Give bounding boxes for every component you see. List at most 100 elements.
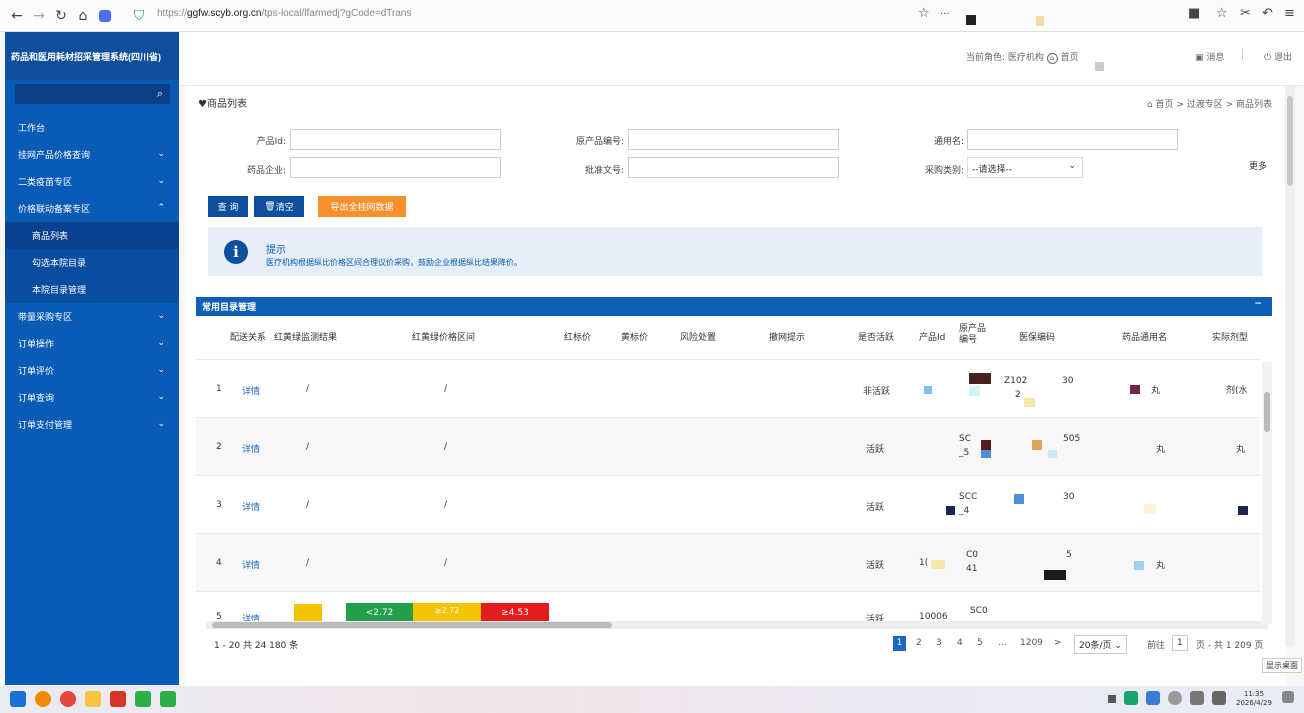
sidebar-item-order-query[interactable]: 订单查询 ⌄ <box>5 384 179 411</box>
cut-icon[interactable]: ✂ <box>1240 6 1251 21</box>
wps-icon[interactable] <box>110 691 126 707</box>
chevron-down-icon: ⌄ <box>157 337 165 347</box>
col-generic-name: 药品通用名 <box>1122 333 1168 343</box>
sidebar-item-product-list[interactable]: 商品列表 <box>5 222 179 249</box>
generic-name: 丸 <box>1156 445 1166 455</box>
bookmark-star-icon[interactable]: ☆ <box>918 6 930 21</box>
extension-icon[interactable] <box>94 5 116 27</box>
reload-icon[interactable]: ↻ <box>50 5 72 27</box>
messages-link[interactable]: ▣ 消息 <box>1195 50 1224 63</box>
goto-page-input[interactable]: 1 <box>1172 635 1188 651</box>
sidebar-item-vaccine[interactable]: 二类疫苗专区 ⌄ <box>5 168 179 195</box>
generic-name: 丸 <box>1156 561 1166 571</box>
sidebar-item-workbench[interactable]: 工作台 <box>5 114 179 141</box>
page-scrollbar[interactable] <box>1285 86 1295 646</box>
home-icon[interactable]: ⌂ <box>72 5 94 27</box>
sidebar-item-catalog-manage[interactable]: 本院目录管理 <box>5 276 179 303</box>
more-filters-link[interactable]: 更多 <box>1249 159 1267 172</box>
clear-button[interactable]: 🗑 清空 <box>254 196 304 217</box>
search-icon[interactable]: ⌕ <box>157 87 163 101</box>
browser-app-icon[interactable] <box>60 691 76 707</box>
ime-icon[interactable] <box>1190 691 1204 705</box>
sidebar-search-input[interactable]: ⌕ <box>15 84 170 104</box>
sidebar-item-label: 价格联动备案专区 <box>18 204 91 214</box>
logout-link[interactable]: ⏻ 退出 <box>1264 50 1292 63</box>
page-4-button[interactable]: 4 <box>957 638 963 648</box>
query-button[interactable]: 查 询 <box>208 196 248 217</box>
detail-link[interactable]: 详情 <box>242 500 260 513</box>
purchase-type-select[interactable]: --请选择-- ⌄ <box>967 157 1083 178</box>
page-1-button[interactable]: 1 <box>893 636 906 651</box>
undo-icon[interactable]: ↶ <box>1262 6 1273 21</box>
role-info: 当前角色: 医疗机构 ⌂ 首页 <box>966 53 1079 64</box>
row-number: 3 <box>216 500 222 510</box>
goto-label: 前往 <box>1147 641 1166 651</box>
wechat-icon[interactable] <box>160 691 176 707</box>
sidebar-item-select-catalog[interactable]: 勾选本院目录 <box>5 249 179 276</box>
company-input[interactable] <box>290 157 501 178</box>
generic-name-input[interactable] <box>967 129 1178 150</box>
chevron-up-icon[interactable] <box>1108 695 1116 703</box>
range-value: / <box>444 558 448 568</box>
chevron-down-icon: ⌄ <box>157 148 165 158</box>
code-fragment: 5 <box>1066 550 1072 560</box>
yellow-range: ≥2.72 <box>413 603 481 621</box>
notification-icon[interactable] <box>1282 691 1294 703</box>
tray-app-icon[interactable] <box>1146 691 1160 705</box>
tray-app-icon[interactable] <box>1124 691 1138 705</box>
grid-icon[interactable]: ■ <box>1188 6 1200 21</box>
approval-input[interactable] <box>628 157 839 178</box>
location-pin-icon: ♥ <box>198 99 207 110</box>
page-ellipsis: ... <box>998 638 1007 648</box>
page-last-button[interactable]: 1209 <box>1020 638 1043 648</box>
page-2-button[interactable]: 2 <box>916 638 922 648</box>
purchase-type-label: 采购类别: <box>924 166 964 176</box>
home-link[interactable]: 首页 <box>1061 53 1079 63</box>
folder-icon[interactable] <box>85 691 101 707</box>
scroll-thumb[interactable] <box>1264 392 1270 432</box>
export-button[interactable]: 导出全挂网数据 <box>318 196 406 217</box>
detail-link[interactable]: 详情 <box>242 384 260 397</box>
product-id-input[interactable] <box>290 129 501 150</box>
chat-icon[interactable] <box>135 691 151 707</box>
horizontal-scrollbar[interactable] <box>206 621 1268 629</box>
page-3-button[interactable]: 3 <box>936 638 942 648</box>
clock[interactable]: 11:35 2026/4/29 <box>1236 690 1272 708</box>
table-vertical-scrollbar[interactable] <box>1262 362 1272 624</box>
dosage-form: 剂(水 <box>1226 386 1248 396</box>
sidebar-item-order-payment[interactable]: 订单支付管理 ⌄ <box>5 411 179 438</box>
detail-link[interactable]: 详情 <box>242 558 260 571</box>
minimize-button[interactable]: − <box>1254 299 1262 309</box>
forward-icon[interactable]: → <box>28 5 50 27</box>
original-code-input[interactable] <box>628 129 839 150</box>
menu-icon[interactable]: ≡ <box>1284 6 1295 21</box>
code-fragment: 41 <box>966 564 978 574</box>
sidebar-item-volume-purchase[interactable]: 带量采购专区 ⌄ <box>5 303 179 330</box>
tray-app-icon[interactable] <box>1168 691 1182 705</box>
sidebar-item-price-query[interactable]: 挂网产品价格查询 ⌄ <box>5 141 179 168</box>
more-dots-icon[interactable]: ··· <box>940 9 950 20</box>
windows-start-icon[interactable] <box>10 691 26 707</box>
scroll-thumb[interactable] <box>1287 96 1293 186</box>
col-range: 红黄绿价格区间 <box>412 333 476 343</box>
chevron-down-icon: ⌄ <box>157 418 165 428</box>
page-5-button[interactable]: 5 <box>977 638 983 648</box>
page-size-select[interactable]: 20条/页 ⌄ <box>1074 635 1127 654</box>
scroll-thumb[interactable] <box>212 622 612 628</box>
tip-text: 医疗机构根据纵比价格区间合理议价采购，鼓励企业根据纵比结果降价。 <box>266 258 522 267</box>
back-icon[interactable]: ← <box>6 5 28 27</box>
detail-link[interactable]: 详情 <box>242 442 260 455</box>
code-fragment: 505 <box>1063 434 1081 444</box>
info-icon: i <box>224 240 248 264</box>
address-bar[interactable]: https://ggfw.scyb.org.cn/tps-local/lfarm… <box>157 8 411 19</box>
favorites-icon[interactable]: ☆ <box>1216 6 1228 21</box>
sidebar-item-price-linkage[interactable]: 价格联动备案专区 ⌃ <box>5 195 179 222</box>
page-total: 页 - 共 1 209 页 <box>1196 641 1264 651</box>
sidebar-item-order-review[interactable]: 订单评价 ⌄ <box>5 357 179 384</box>
search-icon[interactable] <box>35 691 51 707</box>
next-page-button[interactable]: > <box>1054 638 1062 648</box>
sidebar-item-order-ops[interactable]: 订单操作 ⌄ <box>5 330 179 357</box>
total-count: 1 - 20 共 24 180 条 <box>214 641 299 651</box>
volume-icon[interactable] <box>1212 691 1226 705</box>
code-fragment: Z102 <box>1004 376 1028 386</box>
